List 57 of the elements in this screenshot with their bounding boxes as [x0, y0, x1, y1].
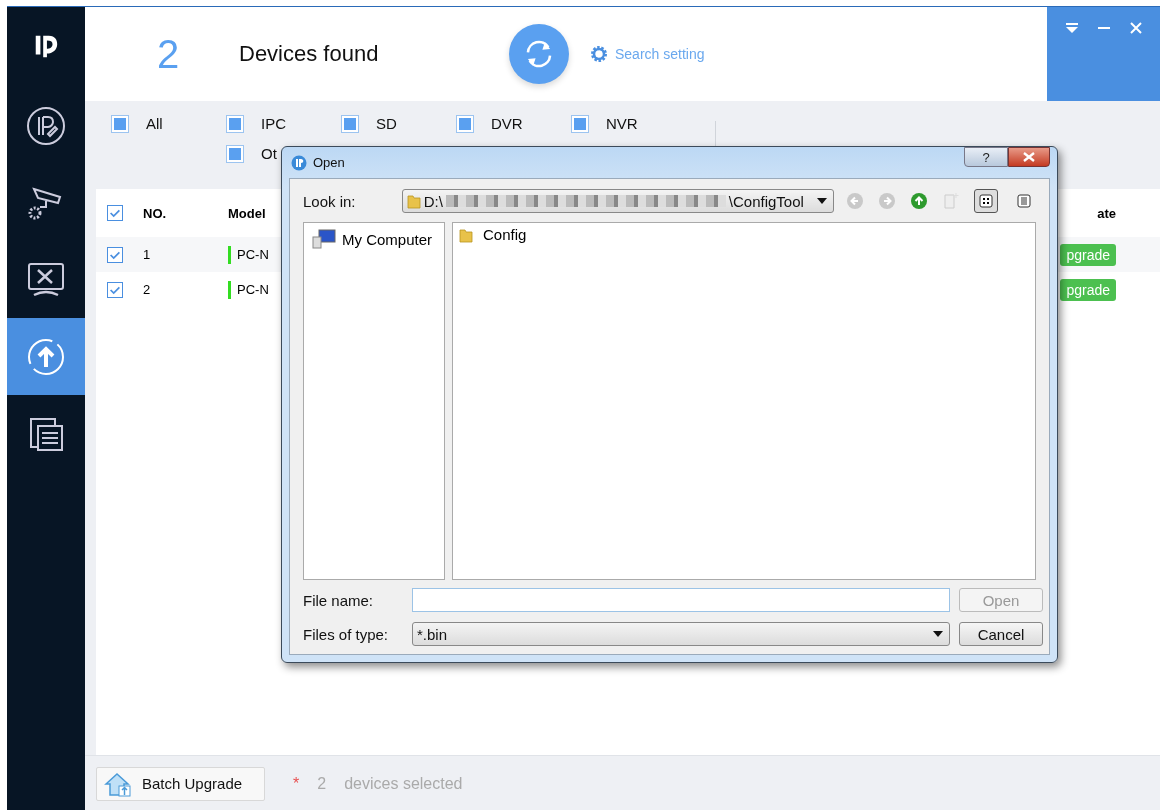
filter-label: NVR [606, 115, 638, 132]
file-type-dropdown[interactable]: *.bin [412, 622, 950, 646]
checkbox[interactable] [107, 281, 123, 298]
path-text: \ConfigTool [728, 192, 804, 210]
refresh-button[interactable] [509, 24, 569, 84]
table-cell: PC-N [237, 282, 269, 297]
column-header: NO. [143, 205, 168, 221]
up-folder-icon [910, 192, 928, 210]
filter-label: DVR [491, 115, 523, 132]
filter-label: All [146, 115, 163, 132]
table-cell-text: 1 [143, 247, 152, 262]
path-text: D:\ [423, 192, 443, 210]
folder-icon [459, 226, 473, 243]
device-count: 2 [157, 31, 181, 77]
look-in-dropdown[interactable]: D:\ \ConfigTool [401, 189, 834, 213]
list-view-button[interactable] [974, 189, 998, 213]
dialog-title: Open [313, 155, 345, 170]
list-icon [1017, 194, 1031, 208]
required-mark: * [293, 774, 300, 793]
filter-label: SD [376, 115, 397, 132]
ip-icon [26, 105, 66, 146]
close-icon [1128, 22, 1143, 34]
app-logo-icon [291, 154, 307, 171]
caret-icon [817, 198, 827, 204]
table-cell-text: 2 [143, 282, 152, 297]
table-cell: PC-N [237, 247, 269, 262]
new-folder-icon [942, 192, 960, 210]
filter-label: Ot [261, 145, 277, 162]
house-upload-icon [104, 770, 132, 797]
checkbox[interactable] [107, 246, 123, 263]
caret-icon [933, 631, 943, 637]
folder-icon [406, 193, 421, 209]
files-of-type-label: Files of type: [303, 625, 390, 643]
column-header: ate [1097, 205, 1116, 221]
column-header: Model [228, 205, 267, 221]
file-item[interactable]: Config [483, 226, 527, 243]
forward-icon [878, 192, 896, 210]
page-title: Devices found [239, 41, 380, 67]
grid-icon [979, 194, 993, 208]
upload-cycle-icon [26, 336, 66, 377]
back-icon [846, 192, 864, 210]
place-item[interactable]: My Computer [342, 230, 433, 248]
cancel-button[interactable]: Cancel [959, 622, 1043, 646]
batch-upgrade-button[interactable]: Batch Upgrade [96, 766, 266, 801]
computer-icon [312, 229, 336, 249]
settings-icon [589, 44, 609, 64]
file-name-field[interactable] [412, 588, 950, 612]
look-in-label: Look in: [303, 192, 357, 210]
selected-count: 2 [317, 774, 327, 793]
selected-devices-text: devices selected [344, 774, 463, 793]
help-button[interactable]: ? [964, 147, 1008, 167]
dropdown-icon [1064, 22, 1079, 34]
close-button[interactable] [1008, 147, 1050, 167]
filter-label: IPC [261, 115, 286, 132]
close-icon [1022, 152, 1036, 162]
file-name-label: File name: [303, 591, 375, 609]
checkbox[interactable] [107, 205, 123, 221]
